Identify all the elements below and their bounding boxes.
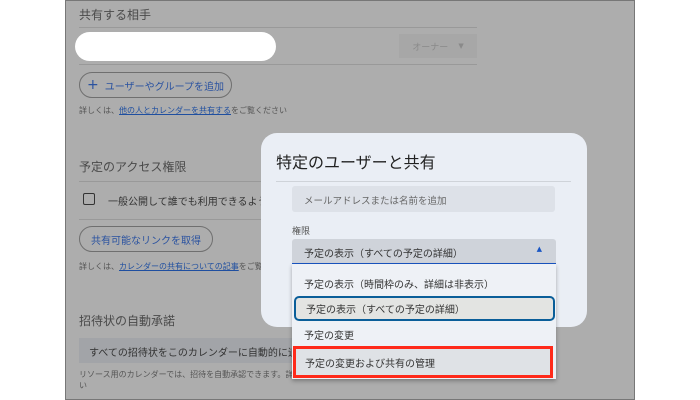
- dropdown-arrow-icon: ▼: [458, 42, 464, 50]
- email-input[interactable]: メールアドレスまたは名前を追加: [292, 186, 555, 212]
- share-help-text: 詳しくは、他の人とカレンダーを共有するをご覧ください: [79, 105, 287, 116]
- auto-accept-note: リソース用のカレンダーでは、招待を自動承認できます。詳し: [79, 370, 302, 379]
- auto-accept-heading: 招待状の自動承諾: [79, 314, 176, 328]
- redacted-user: [75, 32, 276, 61]
- help-prefix: 詳しくは、: [79, 106, 119, 115]
- owner-role-select[interactable]: オーナー ▼: [399, 34, 477, 58]
- calendar-settings-page: 共有する相手 オーナー ▼ + ユーザーやグループを追加 詳しくは、他の人とカレンダ…: [65, 0, 635, 400]
- permission-option-selected[interactable]: 予定の表示（すべての予定の詳細）: [294, 296, 555, 321]
- access-help-link[interactable]: カレンダーの共有についての記事: [119, 262, 239, 271]
- share-with-heading: 共有する相手: [79, 8, 152, 22]
- add-users-button[interactable]: + ユーザーやグループを追加: [79, 72, 232, 98]
- add-users-label: ユーザーやグループを追加: [104, 81, 224, 93]
- chevron-up-icon: ▲: [536, 245, 542, 253]
- help-prefix: 詳しくは、: [79, 262, 119, 271]
- permission-select[interactable]: 予定の表示（すべての予定の詳細） ▲: [292, 239, 556, 265]
- get-link-button[interactable]: 共有可能なリンクを取得: [79, 226, 213, 252]
- public-checkbox-label: 一般公開して誰でも利用できるように: [108, 197, 278, 208]
- public-checkbox[interactable]: [83, 193, 95, 205]
- permission-option[interactable]: 予定の表示（時間枠のみ、詳細は非表示）: [292, 270, 556, 296]
- permission-label: 権限: [292, 227, 311, 237]
- plus-icon: +: [87, 77, 99, 93]
- permission-option[interactable]: 予定の変更: [292, 322, 556, 347]
- access-heading: 予定のアクセス権限: [79, 160, 187, 174]
- auto-accept-note-cont: い: [79, 381, 87, 390]
- help-suffix: をご覧ください: [231, 106, 287, 115]
- permission-dropdown: 予定の表示（時間枠のみ、詳細は非表示） 予定の表示（すべての予定の詳細） 予定の…: [292, 264, 556, 379]
- share-help-link[interactable]: 他の人とカレンダーを共有する: [119, 106, 231, 115]
- owner-role-label: オーナー: [412, 42, 449, 53]
- permission-value: 予定の表示（すべての予定の詳細）: [304, 249, 463, 260]
- permission-option-highlighted[interactable]: 予定の変更および共有の管理: [293, 346, 553, 378]
- dialog-title: 特定のユーザーと共有: [276, 153, 436, 172]
